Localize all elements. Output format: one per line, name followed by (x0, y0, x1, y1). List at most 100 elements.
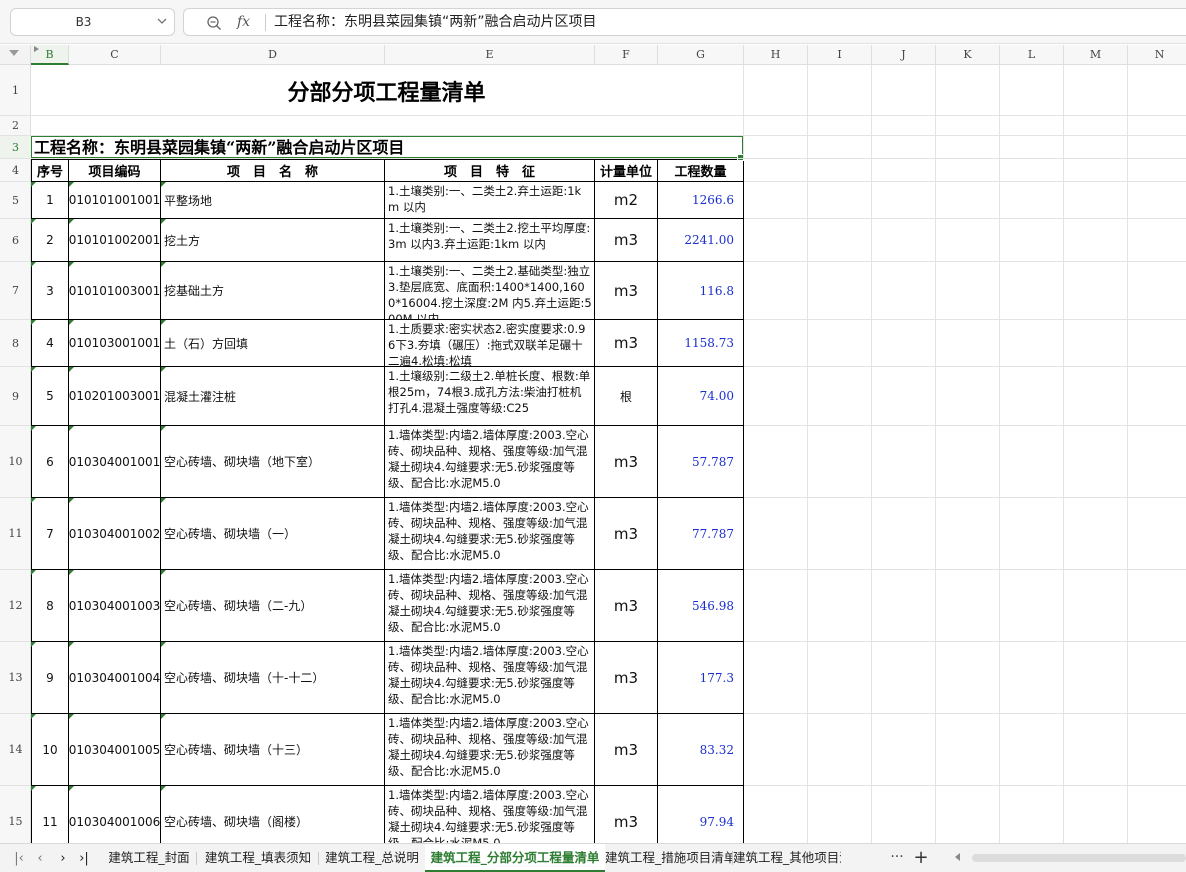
column-header-e[interactable]: E (385, 45, 595, 65)
table-header-qty[interactable]: 工程数量 (658, 159, 744, 182)
row-header-3[interactable]: 3 (0, 136, 31, 159)
table-row-name[interactable]: 空心砖墙、砌块墙（地下室） (161, 426, 385, 498)
table-row-unit[interactable]: m2 (595, 182, 658, 219)
table-row-code[interactable]: 010101003001 (69, 262, 161, 320)
row-header-6[interactable]: 6 (0, 219, 31, 262)
function-icon[interactable]: fx (237, 12, 257, 32)
table-header-name[interactable]: 项 目 名 称 (161, 159, 385, 182)
scroll-left-icon[interactable] (955, 853, 960, 861)
table-row-name[interactable]: 挖土方 (161, 219, 385, 262)
table-header-unit[interactable]: 计量单位 (595, 159, 658, 182)
sheet-title[interactable]: 分部分项工程量清单 (31, 65, 742, 116)
table-row-seq[interactable]: 4 (31, 320, 69, 367)
horizontal-scrollbar[interactable] (972, 854, 1186, 862)
table-row-code[interactable]: 010103001001 (69, 320, 161, 367)
row-header-10[interactable]: 10 (0, 426, 31, 498)
name-box-value[interactable]: B3 (11, 9, 156, 35)
formula-input-area[interactable]: fx 工程名称：东明县菜园集镇“两新”融合启动片区项目 (183, 8, 1186, 36)
table-row-unit[interactable]: m3 (595, 219, 658, 262)
table-row-name[interactable]: 空心砖墙、砌块墙（二-九） (161, 570, 385, 642)
table-row-unit[interactable]: 根 (595, 367, 658, 426)
table-row-seq[interactable]: 7 (31, 498, 69, 570)
table-row-quantity[interactable]: 1158.73 (658, 320, 744, 367)
table-row-code[interactable]: 010304001004 (69, 642, 161, 714)
sheet-tab-3[interactable]: 建筑工程_总说明 (319, 844, 425, 872)
table-header-feature[interactable]: 项 目 特 征 (385, 159, 595, 182)
table-row-name[interactable]: 土（石）方回填 (161, 320, 385, 367)
sheet-tab-5[interactable]: 建筑工程_措施项目清单 (605, 844, 733, 872)
row-header-11[interactable]: 11 (0, 498, 31, 570)
table-row-seq[interactable]: 3 (31, 262, 69, 320)
row-header-9[interactable]: 9 (0, 367, 31, 426)
table-row-name[interactable]: 空心砖墙、砌块墙（十-十二） (161, 642, 385, 714)
table-row-quantity[interactable]: 77.787 (658, 498, 744, 570)
table-header-code[interactable]: 项目编码 (69, 159, 161, 182)
sheet-tab-1[interactable]: 建筑工程_封面 (101, 844, 197, 872)
table-row-seq[interactable]: 8 (31, 570, 69, 642)
table-row-quantity[interactable]: 1266.6 (658, 182, 744, 219)
table-row-seq[interactable]: 11 (31, 786, 69, 843)
table-row-seq[interactable]: 6 (31, 426, 69, 498)
table-row-seq[interactable]: 10 (31, 714, 69, 786)
column-header-l[interactable]: L (1000, 45, 1064, 65)
column-header-g[interactable]: G (658, 45, 744, 65)
table-row-feature[interactable]: 1.墙体类型:内墙2.墙体厚度:2003.空心砖、砌块品种、规格、强度等级:加气… (385, 498, 595, 570)
table-row-quantity[interactable]: 57.787 (658, 426, 744, 498)
cell-grid[interactable]: 分部分项工程量清单 工程名称：东明县菜园集镇“两新”融合启动片区项目 序号 项目编… (31, 65, 1186, 843)
sheet-tab-4[interactable]: 建筑工程_分部分项工程量清单 (425, 844, 605, 872)
table-row-feature[interactable]: 1.墙体类型:内墙2.墙体厚度:2003.空心砖、砌块品种、规格、强度等级:加气… (385, 570, 595, 642)
table-header-seq[interactable]: 序号 (31, 159, 69, 182)
table-row-code[interactable]: 010101001001 (69, 182, 161, 219)
table-row-unit[interactable]: m3 (595, 498, 658, 570)
row-header-14[interactable]: 14 (0, 714, 31, 786)
table-row-name[interactable]: 挖基础土方 (161, 262, 385, 320)
last-sheet-icon[interactable]: ›| (75, 850, 93, 868)
table-row-code[interactable]: 010304001002 (69, 498, 161, 570)
table-row-code[interactable]: 010304001005 (69, 714, 161, 786)
table-row-quantity[interactable]: 74.00 (658, 367, 744, 426)
formula-content[interactable]: 工程名称：东明县菜园集镇“两新”融合启动片区项目 (274, 9, 597, 35)
table-row-seq[interactable]: 2 (31, 219, 69, 262)
row-header-13[interactable]: 13 (0, 642, 31, 714)
table-row-code[interactable]: 010201003001 (69, 367, 161, 426)
row-header-1[interactable]: 1 (0, 65, 31, 116)
table-row-unit[interactable]: m3 (595, 642, 658, 714)
select-all-corner[interactable] (0, 45, 31, 65)
table-row-feature[interactable]: 1.土质要求:密实状态2.密实度要求:0.96下3.夯填（碾压）:拖式双联羊足碾… (385, 320, 595, 367)
column-header-k[interactable]: K (936, 45, 1000, 65)
table-row-feature[interactable]: 1.墙体类型:内墙2.墙体厚度:2003.空心砖、砌块品种、规格、强度等级:加气… (385, 786, 595, 843)
table-row-seq[interactable]: 5 (31, 367, 69, 426)
zoom-icon[interactable] (206, 15, 222, 31)
table-row-name[interactable]: 平整场地 (161, 182, 385, 219)
next-sheet-icon[interactable]: › (54, 850, 72, 868)
table-row-name[interactable]: 空心砖墙、砌块墙（一） (161, 498, 385, 570)
table-row-name[interactable]: 混凝土灌注桩 (161, 367, 385, 426)
table-row-unit[interactable]: m3 (595, 320, 658, 367)
table-row-code[interactable]: 010304001006 (69, 786, 161, 843)
column-header-d[interactable]: D (161, 45, 385, 65)
sheet-tab-6[interactable]: 建筑工程_其他项目清 (733, 844, 841, 872)
select-all-icon[interactable] (9, 50, 19, 56)
sheet-tab-2[interactable]: 建筑工程_填表须知 (197, 844, 319, 872)
table-row-name[interactable]: 空心砖墙、砌块墙（十三） (161, 714, 385, 786)
table-row-feature[interactable]: 1.土壤类别:一、二类土2.挖土平均厚度:3m 以内3.弃土运距:1km 以内 (385, 219, 595, 262)
table-row-quantity[interactable]: 546.98 (658, 570, 744, 642)
column-header-c[interactable]: C (69, 45, 161, 65)
table-row-quantity[interactable]: 2241.00 (658, 219, 744, 262)
table-row-quantity[interactable]: 83.32 (658, 714, 744, 786)
project-name-cell[interactable]: 工程名称：东明县菜园集镇“两新”融合启动片区项目 (31, 136, 742, 159)
table-row-feature[interactable]: 1.墙体类型:内墙2.墙体厚度:2003.空心砖、砌块品种、规格、强度等级:加气… (385, 714, 595, 786)
table-row-name[interactable]: 空心砖墙、砌块墙（阁楼） (161, 786, 385, 843)
column-header-i[interactable]: I (808, 45, 872, 65)
table-row-code[interactable]: 010304001001 (69, 426, 161, 498)
table-row-feature[interactable]: 1.墙体类型:内墙2.墙体厚度:2003.空心砖、砌块品种、规格、强度等级:加气… (385, 642, 595, 714)
row-header-8[interactable]: 8 (0, 320, 31, 367)
table-row-code[interactable]: 010101002001 (69, 219, 161, 262)
column-header-m[interactable]: M (1064, 45, 1128, 65)
column-header-f[interactable]: F (595, 45, 658, 65)
row-header-7[interactable]: 7 (0, 262, 31, 320)
table-row-code[interactable]: 010304001003 (69, 570, 161, 642)
more-sheets-icon[interactable]: ··· (887, 844, 907, 872)
row-header-12[interactable]: 12 (0, 570, 31, 642)
row-header-2[interactable]: 2 (0, 116, 31, 136)
